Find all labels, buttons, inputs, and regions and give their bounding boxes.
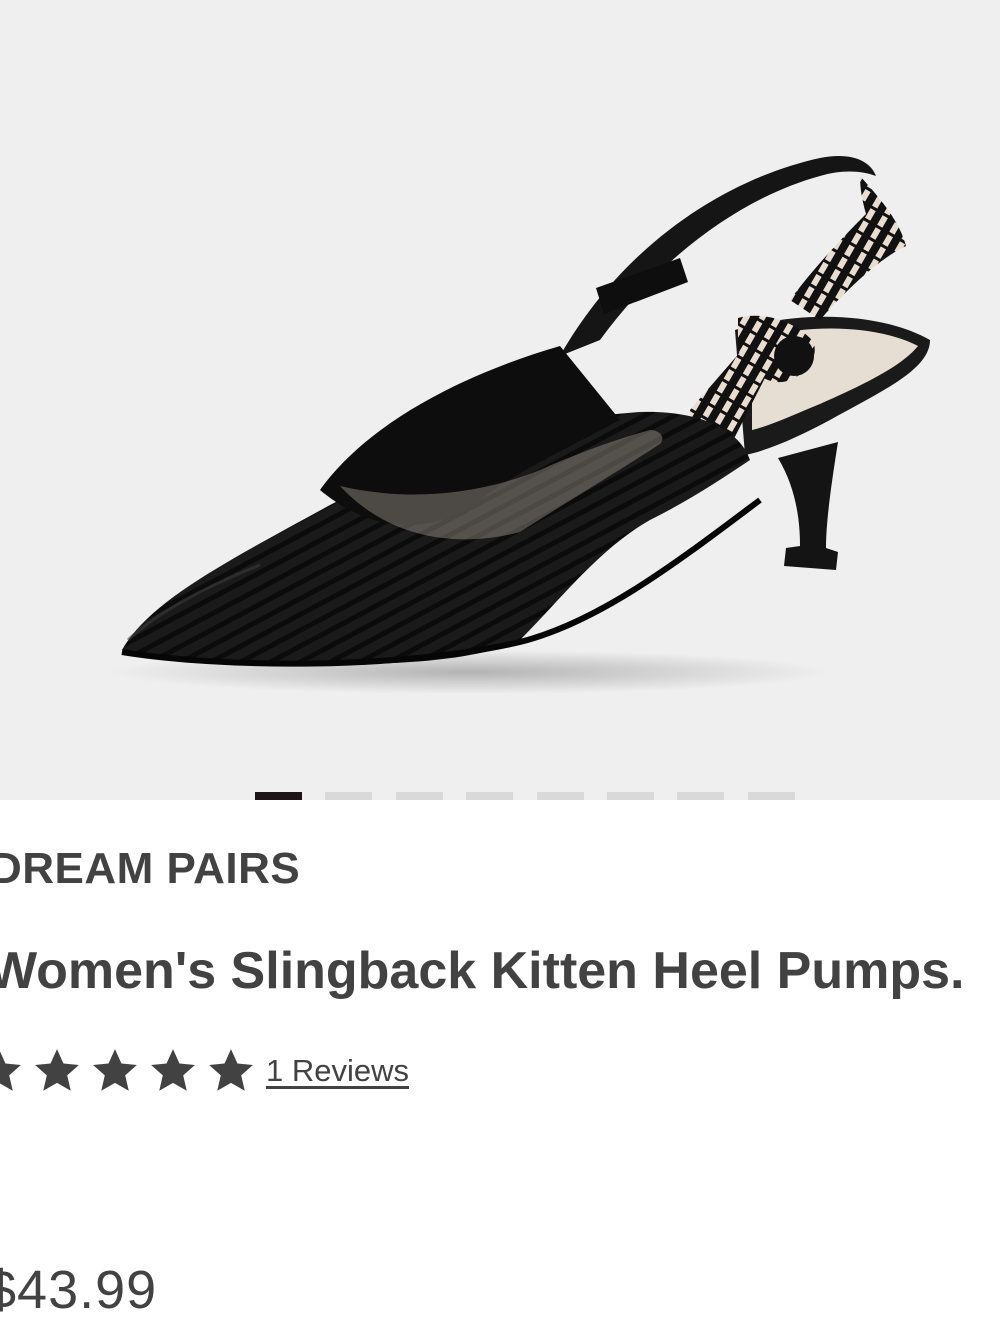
star-icon: [93, 1049, 137, 1091]
product-page: DREAM PAIRS Women's Slingback Kitten Hee…: [0, 0, 1000, 1333]
gallery-dot-4[interactable]: [466, 792, 513, 800]
gallery-dot-3[interactable]: [396, 792, 443, 800]
gallery-dot-7[interactable]: [677, 792, 724, 800]
rating-row: 1 Reviews: [0, 1046, 409, 1096]
gallery-dot-8[interactable]: [748, 792, 795, 800]
reviews-link[interactable]: 1 Reviews: [266, 1053, 409, 1089]
gallery-pagination[interactable]: [0, 792, 1000, 800]
gallery-dot-6[interactable]: [607, 792, 654, 800]
star-icon: [35, 1049, 79, 1091]
product-image[interactable]: [0, 0, 1000, 800]
product-title: Women's Slingback Kitten Heel Pumps.: [0, 942, 965, 1000]
star-icon: [0, 1051, 21, 1091]
star-icon: [151, 1049, 195, 1091]
product-price: $43.99: [0, 1260, 158, 1320]
star-icon: [209, 1049, 253, 1091]
gallery-dot-5[interactable]: [537, 792, 584, 800]
gallery-dot-1[interactable]: [255, 792, 302, 800]
brand-name[interactable]: DREAM PAIRS: [0, 846, 300, 892]
product-image-gallery[interactable]: [0, 0, 1000, 800]
gallery-dot-2[interactable]: [325, 792, 372, 800]
